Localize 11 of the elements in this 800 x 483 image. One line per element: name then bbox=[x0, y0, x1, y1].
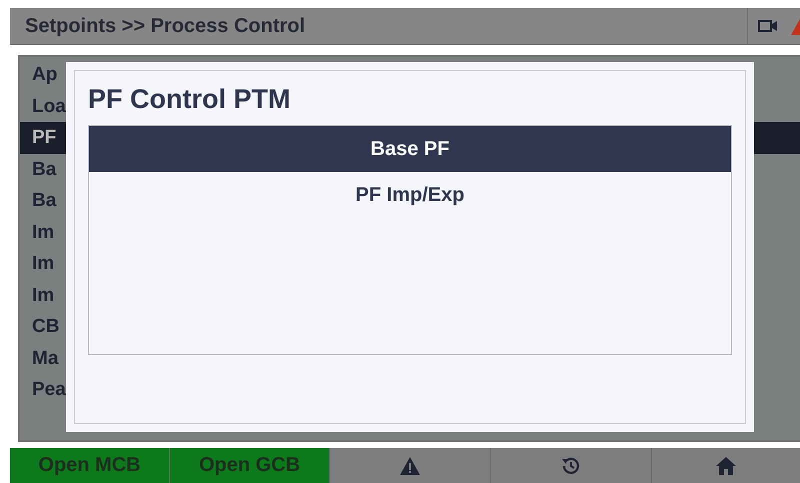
warning-icon bbox=[399, 456, 421, 476]
open-breaker-button[interactable]: Open MCB bbox=[10, 448, 170, 483]
camera-icon bbox=[758, 19, 778, 33]
open-breaker-button[interactable]: Open GCB bbox=[170, 448, 330, 483]
dialog-title: PF Control PTM bbox=[88, 83, 292, 116]
page-title: Setpoints >> Process Control bbox=[25, 14, 306, 38]
home-icon bbox=[715, 456, 737, 476]
option-item[interactable]: PF Imp/Exp bbox=[89, 172, 731, 218]
footer-tab[interactable] bbox=[330, 448, 491, 483]
option-item[interactable]: Base PF bbox=[89, 126, 731, 172]
footer-tab[interactable] bbox=[652, 448, 800, 483]
